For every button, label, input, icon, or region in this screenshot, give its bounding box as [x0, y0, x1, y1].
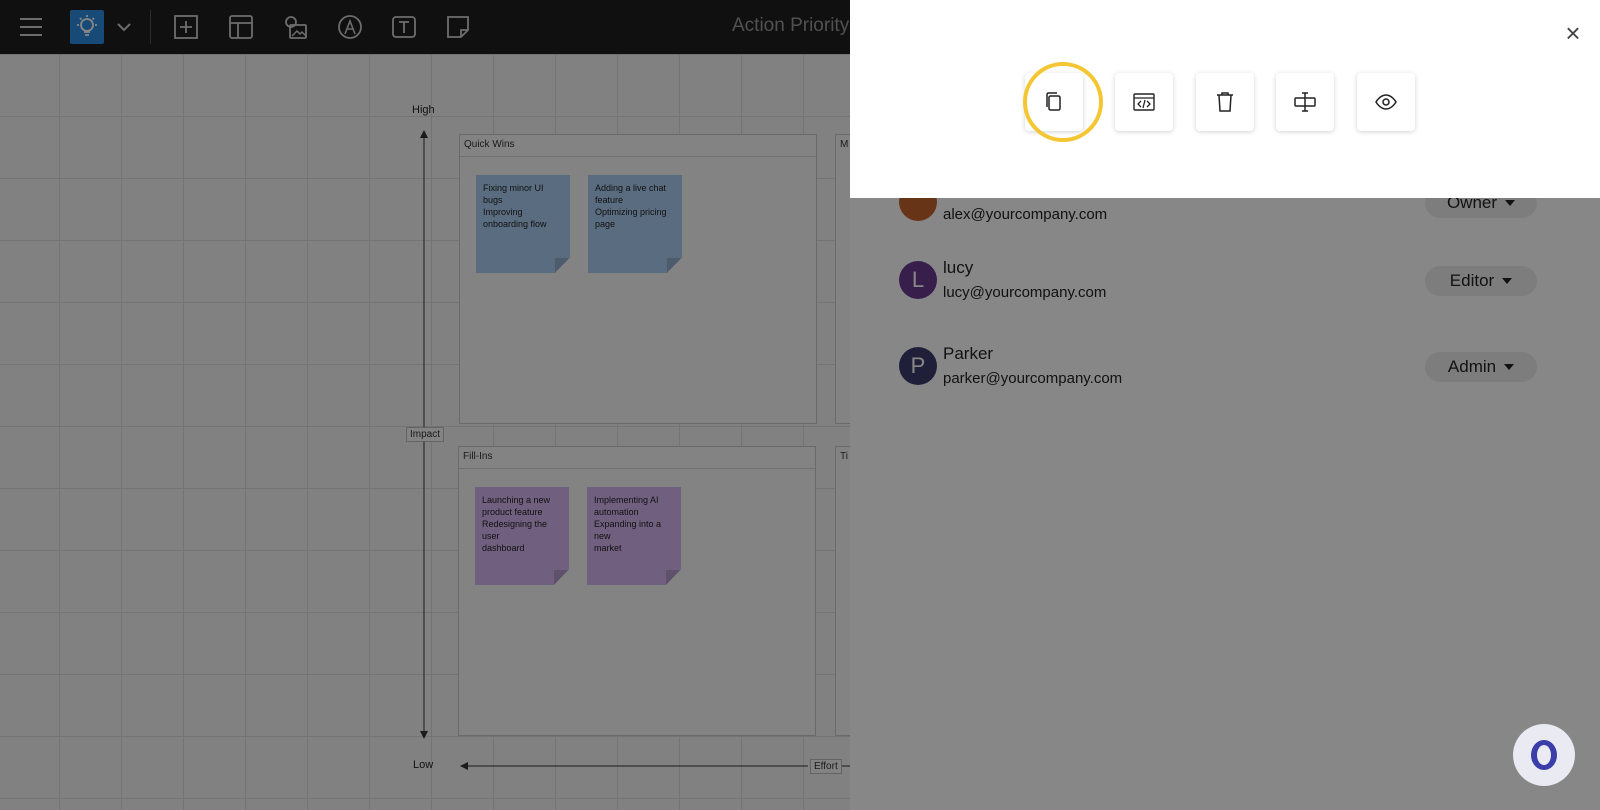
top-toolbar: Action Priority: [0, 0, 850, 54]
chat-logo-icon: [1531, 740, 1557, 770]
impact-high-label: High: [412, 104, 435, 116]
role-dropdown[interactable]: Editor: [1425, 266, 1537, 296]
template-icon[interactable]: [224, 10, 258, 44]
add-frame-icon[interactable]: [169, 10, 203, 44]
quadrant-divider: [459, 468, 815, 469]
member-name: lucy: [943, 258, 974, 277]
quadrant-label: M: [840, 139, 849, 150]
note-line: Expanding into a new: [594, 519, 664, 541]
board-title[interactable]: Action Priority: [732, 15, 849, 37]
impact-axis-label: Impact: [406, 427, 445, 442]
note-line: Redesigning the user: [482, 519, 550, 541]
embed-code-icon: [1133, 93, 1155, 111]
pen-icon[interactable]: [333, 10, 367, 44]
quadrant-divider: [460, 156, 816, 157]
note-line: Improving: [483, 207, 523, 217]
note-line: onboarding flow: [483, 219, 547, 229]
member-email: lucy@yourcompany.com: [943, 284, 1107, 301]
quadrant-label: Quick Wins: [464, 139, 515, 150]
sticky-note[interactable]: Launching a new product feature Redesign…: [475, 487, 569, 585]
quadrant-fill-ins[interactable]: Fill-Ins Launching a new product feature…: [458, 446, 816, 736]
chevron-down-icon[interactable]: [107, 10, 141, 44]
quadrant-label: Fill-Ins: [463, 451, 493, 462]
quadrant-major-projects[interactable]: M: [835, 134, 850, 424]
member-row: L lucy lucy@yourcompany.com Editor: [899, 253, 1549, 313]
note-line: dashboard: [482, 543, 525, 553]
role-dropdown[interactable]: Admin: [1425, 352, 1537, 382]
sticky-note[interactable]: Fixing minor UI bugs Improving onboardin…: [476, 175, 570, 273]
rename-button[interactable]: [1276, 73, 1334, 131]
note-line: product feature: [482, 507, 543, 517]
highlight-ring: [1023, 62, 1103, 142]
help-chat-button[interactable]: [1513, 724, 1575, 786]
sticky-note-icon[interactable]: [441, 10, 475, 44]
whiteboard-canvas[interactable]: High Low Quick Wins Fixing minor UI bugs…: [0, 54, 850, 810]
note-line: feature: [595, 195, 624, 205]
note-line: Fixing minor UI bugs: [483, 183, 547, 205]
avatar: L: [899, 261, 937, 299]
quadrant-label: Ti: [840, 451, 848, 462]
role-label: Admin: [1447, 357, 1497, 376]
note-line: market: [594, 543, 622, 553]
lightbulb-icon[interactable]: [70, 10, 104, 44]
note-fold: [555, 258, 570, 273]
member-name: Parker: [943, 344, 994, 363]
sticky-note[interactable]: Adding a live chat feature Optimizing pr…: [588, 175, 682, 273]
media-icon[interactable]: [278, 10, 312, 44]
eye-icon: [1375, 94, 1397, 110]
caret-down-icon: [1505, 200, 1516, 206]
note-line: Launching a new: [482, 495, 551, 505]
note-fold: [554, 570, 569, 585]
close-icon[interactable]: ×: [1561, 20, 1585, 46]
impact-low-label: Low: [413, 759, 434, 771]
note-fold: [667, 258, 682, 273]
text-icon[interactable]: [387, 10, 421, 44]
note-line: Adding a live chat: [595, 183, 667, 193]
rename-icon: [1294, 92, 1316, 112]
preview-button[interactable]: [1357, 73, 1415, 131]
role-label: Editor: [1449, 271, 1495, 290]
sticky-note[interactable]: Implementing AI automation Expanding int…: [587, 487, 681, 585]
quadrant-quick-wins[interactable]: Quick Wins Fixing minor UI bugs Improvin…: [459, 134, 817, 424]
note-line: automation: [594, 507, 639, 517]
note-fold: [666, 570, 681, 585]
share-action-toolbar: ×: [850, 0, 1600, 198]
avatar-initial: L: [911, 267, 925, 292]
trash-icon: [1217, 92, 1233, 112]
toolbar-divider: [150, 10, 151, 44]
member-email: alex@yourcompany.com: [943, 206, 1108, 223]
member-email: parker@yourcompany.com: [943, 370, 1123, 387]
caret-down-icon: [1502, 278, 1513, 284]
note-line: Optimizing pricing: [595, 207, 667, 217]
note-line: page: [595, 219, 616, 229]
avatar: P: [899, 347, 937, 385]
embed-code-button[interactable]: [1115, 73, 1173, 131]
member-row: P Parker parker@yourcompany.com Admin: [899, 339, 1549, 399]
menu-icon[interactable]: [14, 10, 48, 44]
delete-button[interactable]: [1196, 73, 1254, 131]
avatar-initial: P: [910, 353, 926, 378]
effort-axis-label: Effort: [810, 759, 842, 774]
caret-down-icon: [1504, 364, 1515, 370]
quadrant-thankless-tasks[interactable]: Ti: [835, 446, 850, 736]
note-line: Implementing AI: [594, 495, 659, 505]
